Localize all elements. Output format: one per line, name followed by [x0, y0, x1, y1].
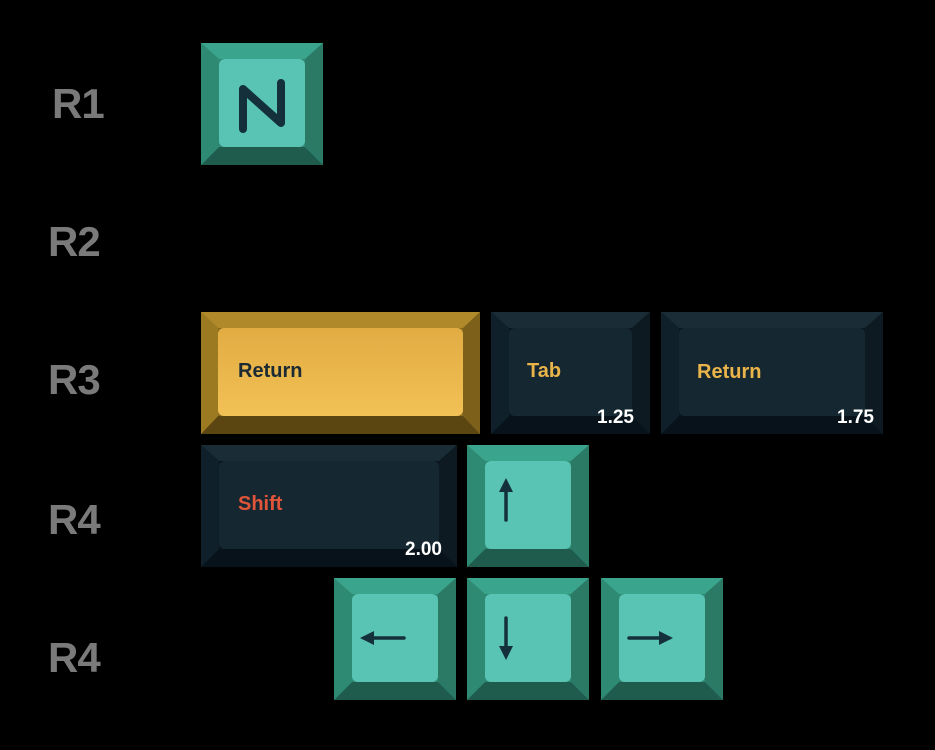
shift-keycap[interactable]: Shift 2.00 [201, 445, 457, 567]
row-label-r2: R2 [48, 218, 101, 265]
logo-keycap[interactable] [201, 43, 323, 165]
return-keycap-yellow[interactable]: Return [201, 312, 480, 434]
shift-size-label: 2.00 [405, 539, 442, 560]
arrow-down-keycap[interactable] [467, 578, 589, 700]
tab-legend: Tab [527, 360, 562, 382]
tab-keycap[interactable]: Tab 1.25 [491, 312, 650, 434]
arrow-up-icon [499, 478, 513, 522]
arrow-up-keycap[interactable] [467, 445, 589, 567]
tab-size-label: 1.25 [597, 407, 634, 428]
row-label-r1: R1 [52, 80, 105, 127]
shift-legend: Shift [238, 493, 283, 515]
arrow-left-icon [360, 631, 406, 645]
n-logo-icon [239, 79, 285, 133]
row-label-r4: R4 [48, 496, 101, 543]
return-size-label: 1.75 [837, 407, 874, 428]
return-dark-legend: Return [697, 361, 762, 383]
return-keycap-dark[interactable]: Return 1.75 [661, 312, 883, 434]
return-legend: Return [238, 360, 303, 382]
row-label-r3: R3 [48, 356, 101, 403]
arrow-down-icon [499, 616, 513, 660]
arrow-left-keycap[interactable] [334, 578, 456, 700]
arrow-right-icon [627, 631, 673, 645]
arrow-right-keycap[interactable] [601, 578, 723, 700]
row-label-r4-arrows: R4 [48, 634, 101, 681]
